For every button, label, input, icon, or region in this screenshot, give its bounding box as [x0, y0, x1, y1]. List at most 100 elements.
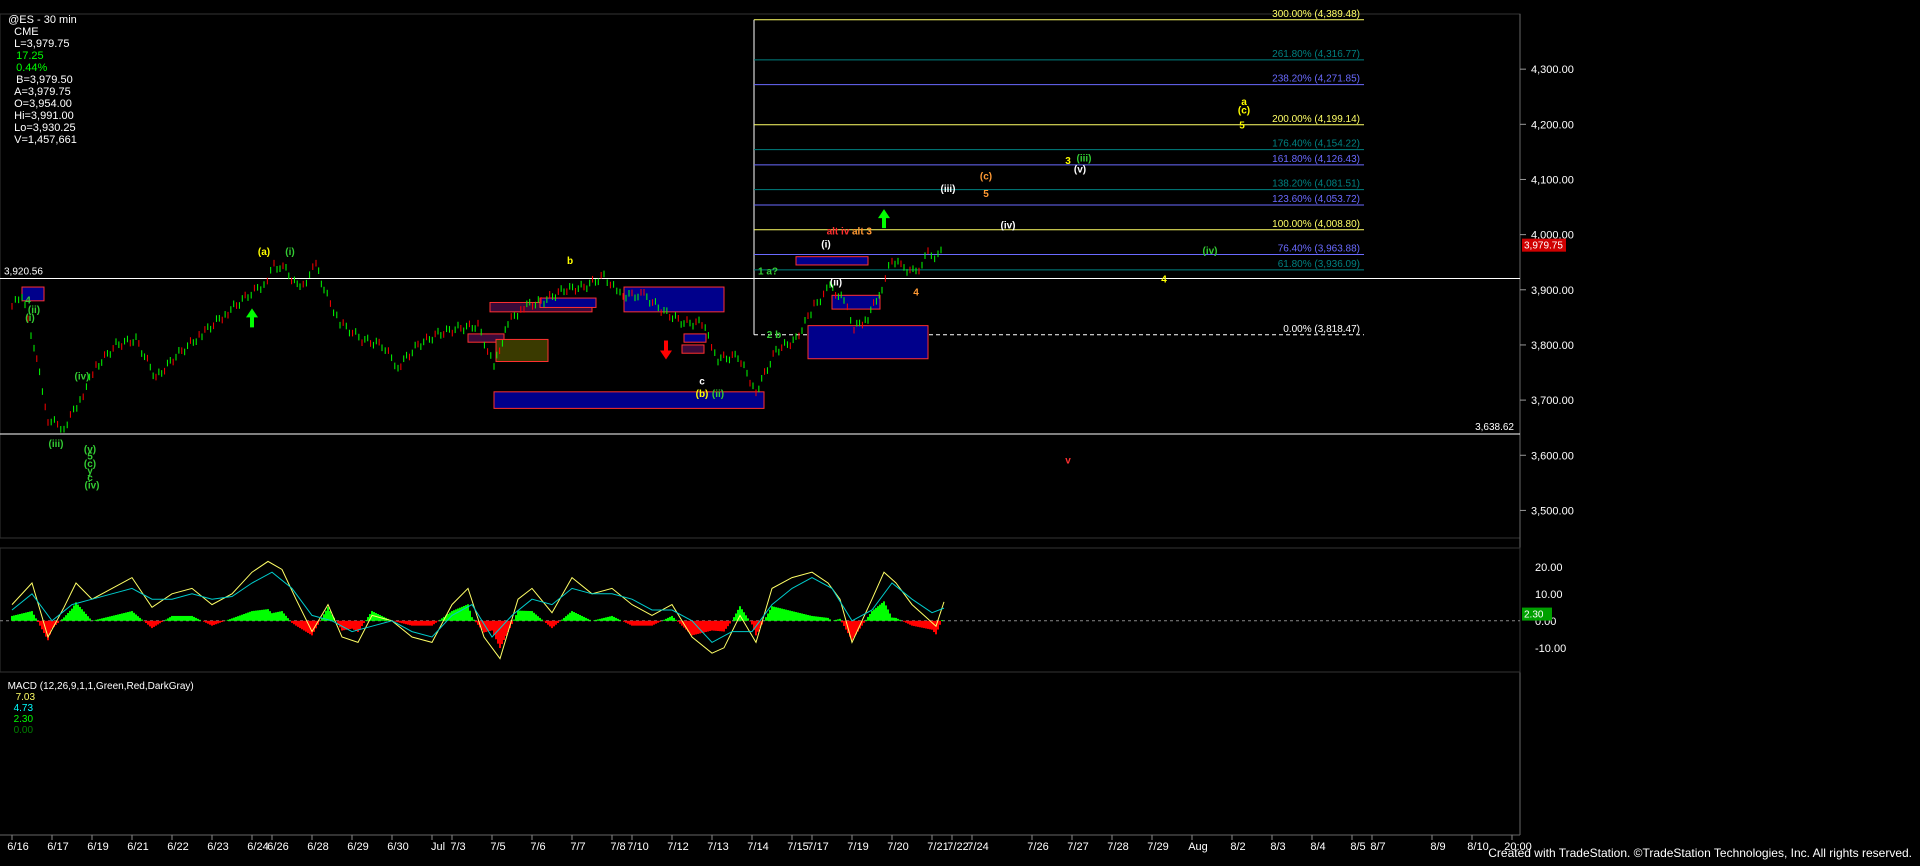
target-zone-box [495, 338, 549, 362]
wave-label: (c) [1238, 105, 1250, 116]
ask-label: A=3,979.75 [14, 86, 71, 98]
x-tick-label: 8/10 [1467, 841, 1488, 853]
wave-label: alt 3 [852, 227, 872, 238]
macd-tick-label: -10.00 [1535, 643, 1566, 655]
wave-label: 4 [1161, 275, 1167, 286]
x-tick-label: 6/30 [387, 841, 408, 853]
fib-level-label: 138.20% (4,081.51) [1272, 179, 1360, 190]
x-tick-label: 7/8 [610, 841, 625, 853]
x-tick-label: Aug [1188, 841, 1208, 853]
macd-tick-label: 10.00 [1535, 589, 1563, 601]
fib-level-label: 61.80% (3,936.09) [1278, 259, 1360, 270]
bid-label: B=3,979.50 [16, 74, 73, 86]
wave-label: 2 b [767, 330, 781, 341]
macd-line [11, 560, 945, 660]
target-zone-box [623, 286, 725, 313]
wave-label: 5 [1239, 121, 1245, 132]
last-label: L=3,979.75 [14, 38, 70, 50]
macd-v2: 4.73 [13, 703, 34, 714]
wave-label: (ii) [712, 389, 724, 400]
wave-label: (v) [1074, 164, 1086, 175]
price-tick-label: 4,300.00 [1531, 64, 1574, 76]
macd-v3: 2.30 [13, 714, 34, 725]
chart-header: @ES - 30 min CME L=3,979.75 17.25 0.44% … [2, 2, 77, 146]
wave-label: (i) [821, 239, 830, 250]
wave-label: 4 [913, 287, 919, 298]
price-chart[interactable]: 4,300.004,200.004,100.004,000.003,900.00… [0, 0, 1920, 866]
up-arrow-icon [878, 209, 890, 229]
macd-v1: 7.03 [15, 692, 36, 703]
x-tick-label: 6/23 [207, 841, 228, 853]
wave-label: c [699, 377, 705, 388]
down-arrow-icon [660, 340, 672, 360]
macd-panel: 20.0010.000.00-10.002.30 [0, 547, 1566, 673]
x-tick-label: 7/7 [570, 841, 585, 853]
price-tick-label: 4,200.00 [1531, 119, 1574, 131]
wave-label: (a) [258, 247, 270, 258]
x-tick-label: 6/24 [247, 841, 268, 853]
macd-value-label: 2.30 [1524, 610, 1544, 621]
target-zone-box [539, 297, 597, 308]
wave-label: (ii) [830, 277, 842, 288]
fib-level-label: 161.80% (4,126.43) [1272, 154, 1360, 165]
price-tick-label: 3,800.00 [1531, 340, 1574, 352]
exchange-label: CME [14, 26, 39, 38]
x-tick-label: 7/10 [627, 841, 648, 853]
x-tick-label: 7/28 [1107, 841, 1128, 853]
change-pct-label: 0.44% [16, 62, 48, 74]
x-tick-label: 6/16 [7, 841, 28, 853]
x-tick-label: 8/2 [1230, 841, 1245, 853]
wave-label: (iv) [1001, 221, 1016, 232]
macd-header: MACD (12,26,9,1,1,Green,Red,DarkGray) 7.… [2, 670, 194, 736]
x-tick-label: 7/19 [847, 841, 868, 853]
symbol-label: @ES - 30 min [8, 14, 77, 26]
x-tick-label: 6/22 [167, 841, 188, 853]
price-tick-label: 4,100.00 [1531, 174, 1574, 186]
wave-label: (i) [285, 247, 294, 258]
x-tick-label: 7/14 [747, 841, 768, 853]
fib-level-label: 123.60% (4,053.72) [1272, 194, 1360, 205]
low-label: Lo=3,930.25 [14, 122, 76, 134]
x-tick-label: 7/24 [967, 841, 988, 853]
wave-label: (iv) [75, 372, 90, 383]
x-tick-label: 7/17 [807, 841, 828, 853]
x-tick-label: 7/12 [667, 841, 688, 853]
wave-label: 5 [983, 189, 989, 200]
x-tick-label: 7/22 [947, 841, 968, 853]
wave-label: alt iv [827, 227, 850, 238]
last-price-label: 3,979.75 [1524, 241, 1563, 252]
wave-label: (c) [980, 171, 992, 182]
reference-line-label: 3,920.56 [4, 266, 43, 277]
price-tick-label: 3,600.00 [1531, 450, 1574, 462]
x-tick-label: 7/13 [707, 841, 728, 853]
x-tick-label: 8/9 [1430, 841, 1445, 853]
high-label: Hi=3,991.00 [14, 110, 74, 122]
fib-level-label: 100.00% (4,008.80) [1272, 219, 1360, 230]
macd-tick-label: 20.00 [1535, 562, 1563, 574]
change-label: 17.25 [16, 50, 44, 62]
reference-line-label: 3,638.62 [1475, 422, 1514, 433]
wave-label: (i) [25, 313, 34, 324]
x-tick-label: 7/15 [787, 841, 808, 853]
price-tick-label: 3,900.00 [1531, 285, 1574, 297]
wave-label: 1 a? [758, 266, 778, 277]
wave-label: (iii) [1077, 153, 1092, 164]
x-tick-label: 7/29 [1147, 841, 1168, 853]
target-zone-box [807, 325, 929, 360]
fib-level-label: 200.00% (4,199.14) [1272, 114, 1360, 125]
fib-level-label: 76.40% (3,963.88) [1278, 244, 1360, 255]
x-tick-label: 7/5 [490, 841, 505, 853]
x-tick-label: 7/20 [887, 841, 908, 853]
macd-v4: 0.00 [13, 725, 34, 736]
wave-label: (iv) [1203, 246, 1218, 257]
x-tick-label: 7/3 [450, 841, 465, 853]
x-tick-label: 7/27 [1067, 841, 1088, 853]
x-tick-label: 6/28 [307, 841, 328, 853]
fib-level-label: 176.40% (4,154.22) [1272, 139, 1360, 150]
fib-level-label: 261.80% (4,316.77) [1272, 49, 1360, 60]
x-tick-label: 7/6 [530, 841, 545, 853]
wave-label: (b) [696, 389, 709, 400]
wave-label: (iii) [49, 439, 64, 450]
price-tick-label: 3,700.00 [1531, 395, 1574, 407]
x-tick-label: 6/26 [267, 841, 288, 853]
